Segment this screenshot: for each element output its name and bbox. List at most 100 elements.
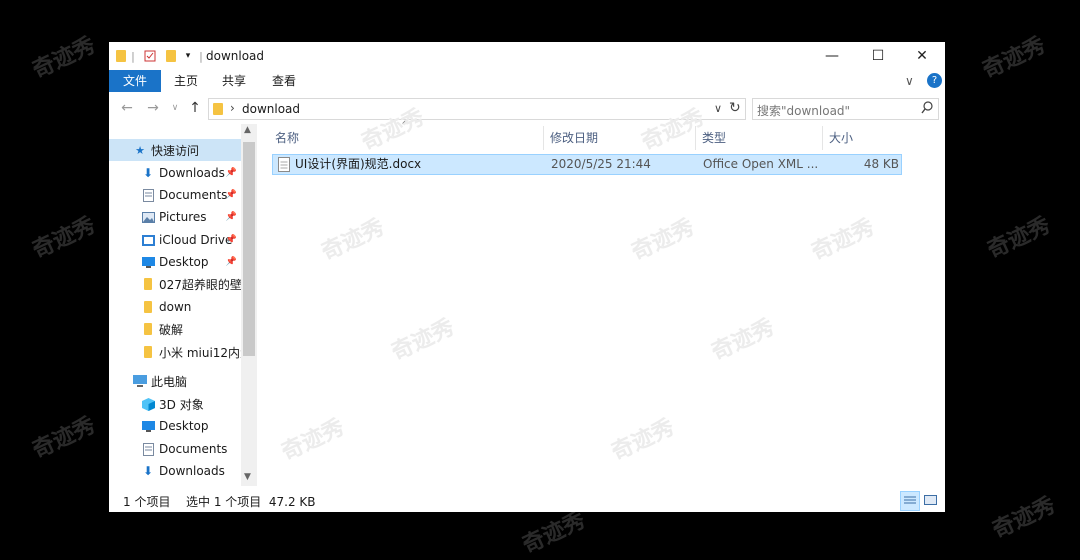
nav-item-label: Desktop [159, 419, 209, 433]
nav-folder-wallpaper[interactable]: 027超养眼的壁纸 [109, 273, 241, 295]
details-view-icon[interactable] [900, 491, 920, 511]
nav-item-label: Downloads [159, 464, 225, 478]
nav-item-label: 027超养眼的壁纸 [159, 277, 241, 292]
properties-icon[interactable] [143, 48, 157, 64]
tab-share[interactable]: 共享 [213, 70, 255, 92]
cloud-icon [141, 233, 155, 247]
explorer-window: | ▾ | download — ☐ ✕ 文件 主页 共享 查看 ∨ ? ← →… [109, 42, 945, 512]
document-icon [141, 442, 155, 456]
maximize-button[interactable]: ☐ [855, 42, 901, 70]
nav-item-label: 此电脑 [151, 374, 188, 389]
ribbon: 文件 主页 共享 查看 ∨ ? [109, 70, 945, 92]
nav-scrollbar[interactable]: ▲ ▼ [241, 124, 257, 486]
computer-icon [133, 374, 147, 388]
nav-folder-crack[interactable]: 破解 [109, 318, 241, 340]
search-placeholder: 搜索"download" [757, 104, 851, 118]
address-bar[interactable]: › download ∨ ↻ [208, 98, 746, 120]
search-icon[interactable] [921, 101, 933, 118]
divider: | [199, 49, 203, 63]
nav-item-label: iCloud Drive [159, 233, 233, 247]
breadcrumb-chevron-icon[interactable]: › [230, 101, 235, 115]
back-arrow-icon[interactable]: ← [117, 98, 137, 118]
tab-home[interactable]: 主页 [165, 70, 207, 92]
nav-item-label: 破解 [159, 322, 184, 337]
column-header-name[interactable]: 名称 [275, 126, 299, 150]
table-row[interactable]: UI设计(界面)规范.docx 2020/5/25 21:44 Office O… [272, 154, 902, 175]
nav-pc-downloads[interactable]: ⬇ Downloads [109, 460, 241, 482]
minimize-button[interactable]: — [809, 42, 855, 70]
folder-icon [213, 103, 223, 118]
file-size: 48 KB [863, 157, 899, 171]
nav-pictures[interactable]: Pictures 📌 [109, 206, 241, 228]
column-divider [822, 126, 823, 150]
nav-this-pc[interactable]: 此电脑 [109, 370, 241, 392]
scroll-up-icon[interactable]: ▲ [244, 125, 251, 135]
folder-icon [115, 48, 127, 64]
nav-item-label: Pictures [159, 210, 207, 224]
nav-desktop[interactable]: Desktop 📌 [109, 251, 241, 273]
large-icons-view-icon[interactable] [921, 491, 939, 509]
sort-ascending-icon: ^ [401, 120, 410, 131]
nav-documents[interactable]: Documents 📌 [109, 184, 241, 206]
nav-3d-objects[interactable]: 3D 对象 [109, 393, 241, 415]
nav-folder-miui[interactable]: 小米 miui12内置 [109, 341, 241, 363]
word-document-icon [278, 157, 290, 175]
nav-quick-access[interactable]: ★ 快速访问 [109, 139, 241, 161]
nav-downloads[interactable]: ⬇ Downloads 📌 [109, 162, 241, 184]
nav-item-label: Documents [159, 442, 228, 456]
column-header-type[interactable]: 类型 [702, 126, 726, 150]
tab-file[interactable]: 文件 [109, 70, 161, 92]
address-dropdown-icon[interactable]: ∨ [714, 102, 722, 115]
nav-item-label: 快速访问 [151, 143, 200, 158]
navigation-pane: ★ 快速访问 ⬇ Downloads 📌 Documents 📌 Picture… [109, 124, 257, 486]
document-icon [141, 188, 155, 202]
nav-item-label: 小米 miui12内置 [159, 345, 241, 360]
nav-pc-documents[interactable]: Documents [109, 438, 241, 460]
file-modified: 2020/5/25 21:44 [551, 157, 651, 171]
pin-icon: 📌 [225, 190, 237, 200]
up-arrow-icon[interactable]: ↑ [185, 98, 205, 118]
address-row: ← → ∨ ↑ › download ∨ ↻ 搜索"download" [109, 94, 945, 122]
nav-folder-down[interactable]: down [109, 296, 241, 318]
customize-quick-access-icon[interactable]: ▾ [183, 48, 193, 64]
watermark: 奇迹秀 [28, 412, 100, 464]
cube-icon [141, 397, 155, 411]
pin-icon: 📌 [225, 235, 237, 245]
forward-arrow-icon[interactable]: → [143, 98, 163, 118]
refresh-icon[interactable]: ↻ [729, 100, 741, 116]
column-divider [543, 126, 544, 150]
nav-item-label: 3D 对象 [159, 397, 204, 412]
expand-ribbon-icon[interactable]: ∨ [905, 74, 914, 88]
nav-pc-desktop[interactable]: Desktop [109, 415, 241, 437]
folder-icon [141, 300, 155, 314]
recent-locations-icon[interactable]: ∨ [165, 98, 185, 118]
pin-icon: 📌 [225, 168, 237, 178]
watermark: 奇迹秀 [988, 492, 1060, 544]
folder-icon [141, 322, 155, 336]
breadcrumb-download[interactable]: download [242, 102, 300, 116]
new-folder-icon[interactable] [165, 48, 177, 64]
nav-item-label: Documents [159, 188, 228, 202]
pin-icon: 📌 [225, 212, 237, 222]
nav-item-label: Desktop [159, 255, 209, 269]
file-type: Office Open XML ... [703, 157, 819, 171]
desktop-icon [141, 255, 155, 269]
search-input[interactable]: 搜索"download" [752, 98, 939, 120]
status-bar: 1 个项目 选中 1 个项目 47.2 KB [109, 488, 945, 512]
title-bar: | ▾ | download — ☐ ✕ [109, 42, 945, 70]
nav-icloud-drive[interactable]: iCloud Drive 📌 [109, 229, 241, 251]
help-icon[interactable]: ? [927, 73, 942, 88]
selection-info: 选中 1 个项目 47.2 KB [186, 495, 316, 509]
window-title: download [206, 49, 265, 63]
close-button[interactable]: ✕ [899, 42, 945, 70]
folder-icon [141, 345, 155, 359]
file-list: ^ 名称 修改日期 类型 大小 UI设计(界面)规范.docx 2020/5/2… [257, 120, 945, 486]
tab-view[interactable]: 查看 [263, 70, 305, 92]
column-header-size[interactable]: 大小 [829, 126, 853, 150]
column-header-modified[interactable]: 修改日期 [550, 126, 598, 150]
scroll-down-icon[interactable]: ▼ [244, 472, 251, 482]
scrollbar-thumb[interactable] [243, 142, 255, 356]
nav-item-label: Downloads [159, 166, 225, 180]
watermark: 奇迹秀 [978, 32, 1050, 84]
nav-item-label: down [159, 300, 192, 314]
